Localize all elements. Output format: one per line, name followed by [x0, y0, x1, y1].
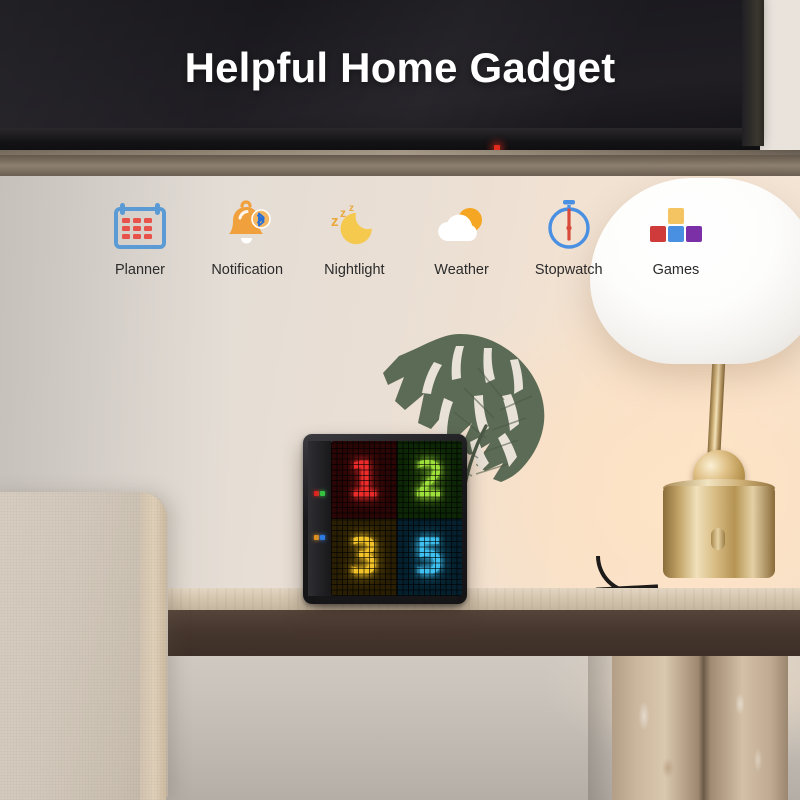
feature-label-notification: Notification: [211, 262, 284, 278]
indicator-orange: [314, 535, 319, 540]
svg-text:z: z: [331, 213, 339, 230]
feature-item-weather[interactable]: Weather: [410, 196, 514, 278]
chair-fabric-texture: [0, 492, 168, 800]
page-title: Helpful Home Gadget: [184, 44, 616, 91]
indicator-blue: [320, 535, 325, 540]
indicator-red: [314, 491, 319, 496]
calendar-icon: [114, 196, 166, 254]
quadrant-top-left: 1: [331, 441, 397, 519]
quadrant-bottom-left: 3: [331, 518, 397, 596]
feature-item-nightlight[interactable]: z z z Nightlight: [302, 196, 406, 278]
feature-label-games: Games: [652, 262, 700, 278]
feature-item-planner[interactable]: Planner: [88, 196, 192, 278]
quadrant-digit-1: 1: [348, 450, 379, 509]
svg-text:z: z: [340, 206, 346, 220]
device-left-panel: [308, 441, 331, 596]
feature-item-stopwatch[interactable]: Stopwatch: [517, 196, 621, 278]
product-lifestyle-scene: Helpful Home Gadget Planner Notification…: [0, 0, 800, 800]
moon-zzz-icon: z z z: [325, 196, 383, 254]
tetris-blocks-icon: [648, 196, 704, 254]
device-screen[interactable]: 1 2 3 5: [331, 441, 462, 596]
feature-icon-row: Planner Notification z z z Nightlight We…: [88, 196, 728, 304]
quadrant-bottom-right: 5: [396, 518, 462, 596]
feature-item-games[interactable]: Games: [624, 196, 728, 278]
quadrant-digit-2: 2: [414, 450, 445, 509]
lamp-switch-knob[interactable]: [711, 528, 725, 550]
feature-label-weather: Weather: [434, 262, 489, 278]
feature-item-notification[interactable]: Notification: [195, 196, 299, 278]
svg-text:z: z: [349, 203, 354, 214]
feature-label-planner: Planner: [115, 262, 165, 278]
quadrant-top-right: 2: [396, 441, 462, 519]
quadrant-digit-5: 5: [414, 528, 445, 587]
bell-bluetooth-icon: [220, 196, 274, 254]
feature-label-stopwatch: Stopwatch: [534, 262, 603, 278]
wood-log-texture: [612, 656, 788, 800]
feature-label-nightlight: Nightlight: [324, 262, 385, 278]
wall-trim-highlight: [0, 150, 800, 155]
device-surface-reflection: [318, 596, 458, 612]
quadrant-digit-3: 3: [348, 528, 379, 587]
stopwatch-icon: [544, 196, 594, 254]
cloud-sun-icon: [434, 196, 490, 254]
indicator-green: [320, 491, 325, 496]
